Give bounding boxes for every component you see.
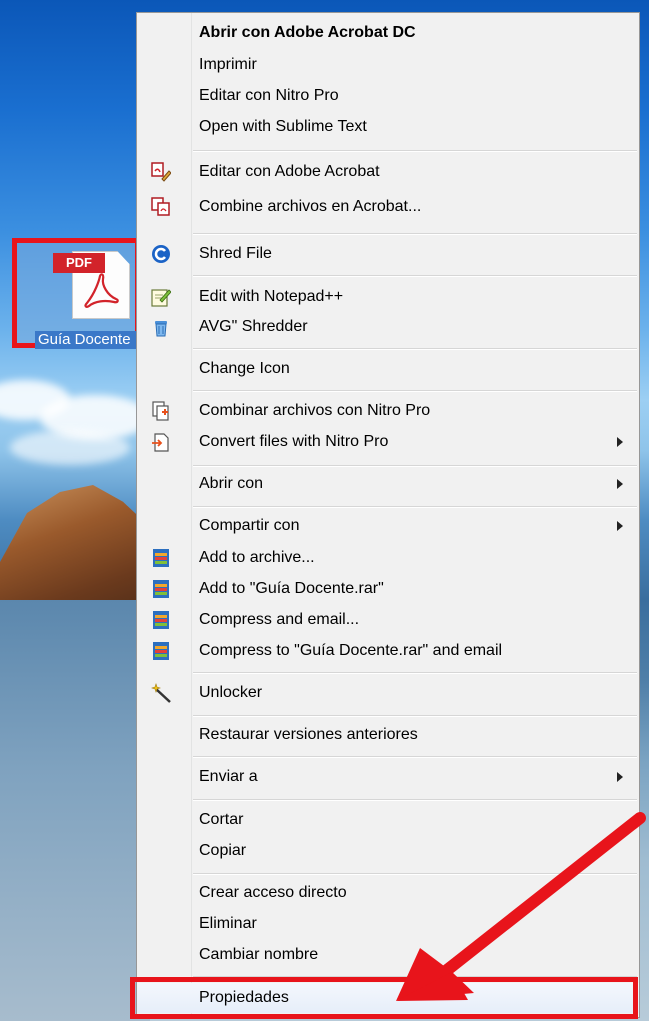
red-arrow-annotation: [396, 812, 646, 1001]
